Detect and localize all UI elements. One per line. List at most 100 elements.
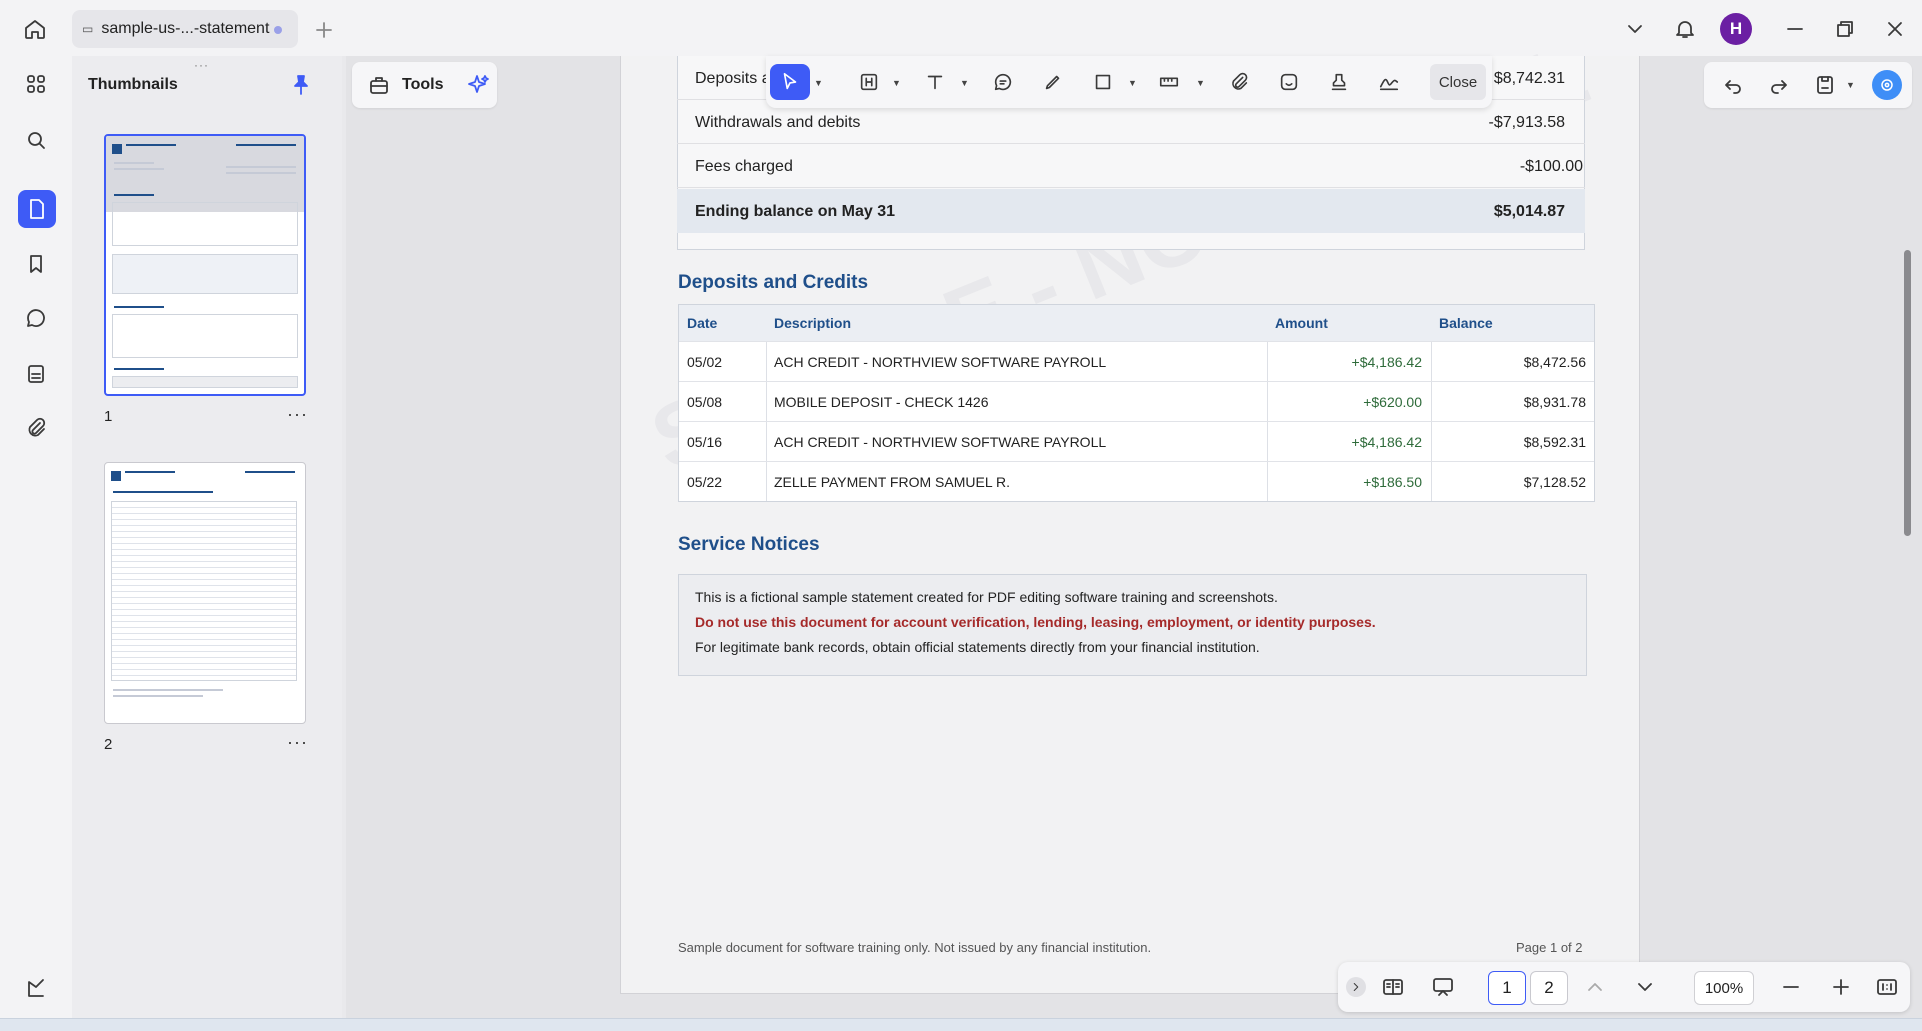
annotation-toolbar: ▼ ▼ ▼ ▼ ▼ Close (766, 56, 1492, 108)
stamp-tool-icon[interactable] (1324, 67, 1354, 97)
zoom-in-icon[interactable] (1828, 974, 1854, 1000)
summary-value: $5,014.87 (1493, 203, 1565, 220)
bell-icon[interactable] (1672, 16, 1698, 42)
cell-amount: +$620.00 (1363, 394, 1422, 410)
summary-row-total: Ending balance on May 31 $5,014.87 (677, 189, 1585, 233)
chevron-down-icon[interactable]: ▼ (1128, 78, 1137, 88)
cell-amount: +$4,186.42 (1351, 434, 1422, 450)
chevron-down-icon[interactable] (1622, 16, 1648, 42)
tools-button[interactable]: Tools (352, 62, 497, 108)
avatar[interactable]: H (1720, 13, 1752, 45)
thumbnail-more-button[interactable]: ··· (287, 404, 308, 425)
page-1-button[interactable]: 1 (1488, 971, 1526, 1005)
new-tab-icon[interactable] (312, 18, 336, 42)
select-tool-icon[interactable] (770, 64, 810, 100)
previous-page-icon[interactable] (1582, 974, 1608, 1000)
minimize-icon[interactable] (1782, 16, 1808, 42)
chevron-down-icon[interactable]: ▼ (814, 78, 823, 88)
save-icon[interactable] (1812, 72, 1838, 98)
page-layout-icon[interactable] (1380, 974, 1406, 1000)
actual-size-icon[interactable] (1874, 974, 1900, 1000)
chevron-down-icon[interactable]: ▼ (892, 78, 901, 88)
apps-grid-icon[interactable] (22, 70, 50, 98)
pdf-page[interactable]: SAMPLE - NOT A REAL Deposits a $8,742.31 … (620, 24, 1640, 994)
deposits-table: Date Description Amount Balance 05/02 AC… (678, 304, 1595, 502)
summary-value: $8,742.31 (1493, 70, 1565, 87)
summary-label: Withdrawals and debits (695, 114, 861, 131)
next-page-icon[interactable] (1632, 974, 1658, 1000)
page-2-button[interactable]: 2 (1530, 971, 1568, 1005)
undo-icon[interactable] (1720, 72, 1746, 98)
pages-icon[interactable] (22, 360, 50, 388)
ai-sparkle-icon[interactable] (465, 71, 493, 99)
zoom-level[interactable]: 100% (1694, 971, 1754, 1005)
chevron-down-icon[interactable]: ▼ (960, 78, 969, 88)
summary-label: Fees charged (695, 158, 793, 175)
comment-tool-icon[interactable] (988, 67, 1018, 97)
thumbnail-page-2[interactable] (104, 462, 306, 724)
zoom-out-icon[interactable] (1778, 974, 1804, 1000)
summary-value: -$100.00 (1519, 158, 1583, 175)
thumbnails-icon[interactable] (18, 190, 56, 228)
summary-label: Deposits a (695, 70, 771, 87)
summary-row: Fees charged -$100.00 (677, 144, 1585, 188)
assistant-icon[interactable] (1872, 70, 1902, 100)
signature-tool-icon[interactable] (1374, 67, 1404, 97)
toolbox-icon (366, 72, 392, 98)
vertical-scrollbar[interactable] (1904, 250, 1911, 536)
close-toolbar-button[interactable]: Close (1430, 64, 1486, 100)
cell-balance: $8,472.56 (1523, 354, 1586, 370)
table-row: 05/08 MOBILE DEPOSIT - CHECK 1426 +$620.… (679, 381, 1594, 421)
deposits-heading: Deposits and Credits (678, 272, 869, 293)
column-header: Balance (1439, 315, 1493, 331)
cell-description: ZELLE PAYMENT FROM SAMUEL R. (774, 474, 1010, 490)
home-icon[interactable] (22, 16, 48, 42)
cell-description: MOBILE DEPOSIT - CHECK 1426 (774, 394, 989, 410)
thumbnail-page-1[interactable] (104, 134, 306, 396)
attach-tool-icon[interactable] (1224, 67, 1254, 97)
notice-line: This is a fictional sample statement cre… (695, 589, 1278, 605)
presentation-icon[interactable] (1430, 974, 1456, 1000)
text-tool-icon[interactable] (920, 67, 950, 97)
cell-amount: +$4,186.42 (1351, 354, 1422, 370)
chevron-down-icon[interactable]: ▼ (1846, 80, 1855, 90)
cell-balance: $7,128.52 (1523, 474, 1586, 490)
search-icon[interactable] (22, 126, 50, 154)
panel-drag-handle[interactable]: ··· (194, 58, 209, 72)
comments-icon[interactable] (22, 304, 50, 332)
column-header: Date (687, 315, 718, 331)
close-window-icon[interactable] (1882, 16, 1908, 42)
draw-tool-icon[interactable] (1038, 67, 1068, 97)
measure-tool-icon[interactable] (1154, 67, 1184, 97)
redo-icon[interactable] (1766, 72, 1792, 98)
expand-nav-icon[interactable] (1346, 977, 1366, 997)
column-header: Description (774, 315, 852, 331)
cell-date: 05/16 (687, 434, 723, 450)
service-notice-box: This is a fictional sample statement cre… (678, 574, 1587, 676)
thumbnails-title: Thumbnails (88, 76, 178, 93)
tools-label: Tools (402, 76, 444, 93)
shape-tool-icon[interactable] (1088, 67, 1118, 97)
sign-icon[interactable] (22, 974, 50, 1002)
sticker-tool-icon[interactable] (1274, 67, 1304, 97)
cell-description: ACH CREDIT - NORTHVIEW SOFTWARE PAYROLL (774, 354, 1107, 370)
chevron-down-icon[interactable]: ▼ (1196, 78, 1205, 88)
tab-icon: ▭ (82, 22, 94, 36)
title-bar: ▭ sample-us-...-statement H (0, 0, 1922, 56)
thumbnail-more-button[interactable]: ··· (287, 732, 308, 753)
notice-line: For legitimate bank records, obtain offi… (695, 639, 1260, 655)
table-row: 05/22 ZELLE PAYMENT FROM SAMUEL R. +$186… (679, 461, 1594, 501)
document-tab[interactable]: ▭ sample-us-...-statement (72, 10, 298, 48)
table-header: Date Description Amount Balance (679, 305, 1594, 341)
notice-warning: Do not use this document for account ver… (695, 614, 1376, 630)
cell-date: 05/22 (687, 474, 723, 490)
bookmark-icon[interactable] (22, 250, 50, 278)
table-row: 05/02 ACH CREDIT - NORTHVIEW SOFTWARE PA… (679, 341, 1594, 381)
highlight-tool-icon[interactable] (854, 67, 884, 97)
page-footer-left: Sample document for software training on… (678, 940, 1152, 955)
attachment-icon[interactable] (22, 414, 50, 442)
cell-date: 05/02 (687, 354, 723, 370)
restore-icon[interactable] (1832, 16, 1858, 42)
table-row: 05/16 ACH CREDIT - NORTHVIEW SOFTWARE PA… (679, 421, 1594, 461)
pin-icon[interactable] (288, 72, 314, 98)
